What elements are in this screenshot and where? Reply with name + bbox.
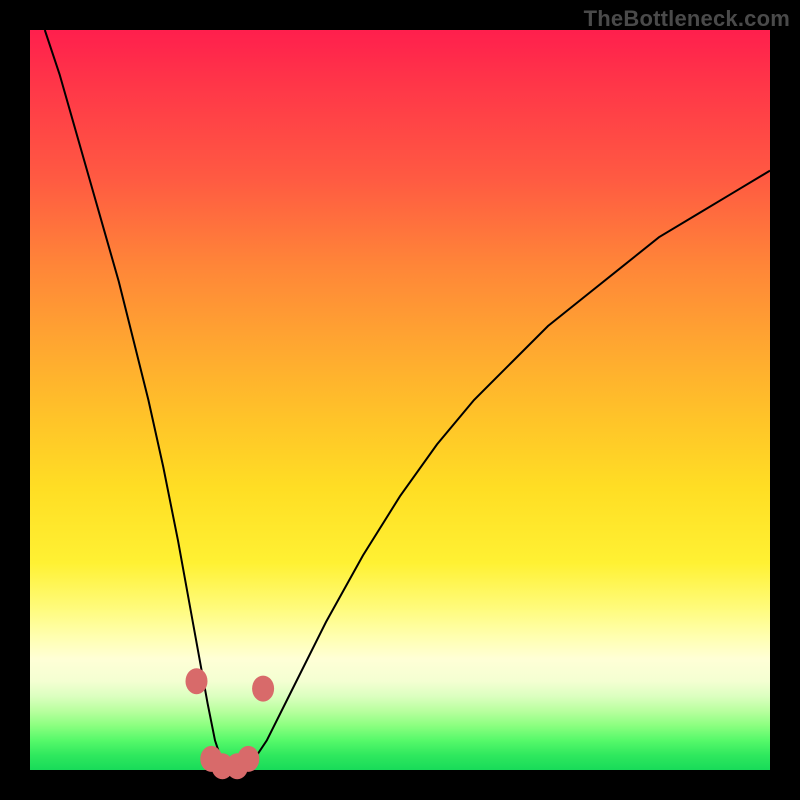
chart-plot-area	[30, 30, 770, 770]
curve-markers	[186, 668, 275, 779]
chart-frame: TheBottleneck.com	[0, 0, 800, 800]
bottleneck-curve	[45, 30, 770, 770]
curve-marker	[252, 676, 274, 702]
curve-marker	[237, 746, 259, 772]
watermark-text: TheBottleneck.com	[584, 6, 790, 32]
curve-marker	[186, 668, 208, 694]
bottleneck-curve-svg	[30, 30, 770, 770]
